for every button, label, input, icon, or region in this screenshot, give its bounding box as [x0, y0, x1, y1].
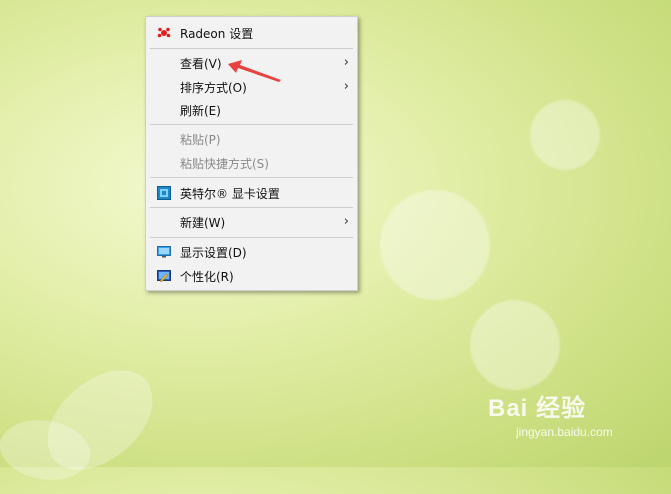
menu-item-paste-shortcut[interactable]: 粘贴快捷方式(S)	[146, 151, 357, 175]
chevron-right-icon: ›	[343, 79, 349, 94]
menu-item-label: 查看(V)	[180, 56, 222, 71]
watermark-url: jingyan.baidu.com	[516, 425, 613, 439]
chevron-right-icon: ›	[343, 55, 349, 70]
menu-item-label: 粘贴快捷方式(S)	[180, 156, 269, 171]
annotation-arrow	[228, 60, 281, 82]
bokeh-light	[530, 100, 600, 170]
menu-item-label: 显示设置(D)	[180, 245, 247, 260]
menu-item-label: 英特尔® 显卡设置	[180, 186, 280, 201]
menu-separator	[150, 237, 353, 238]
menu-item-label: 刷新(E)	[180, 103, 221, 118]
menu-item-refresh[interactable]: 刷新(E)	[146, 98, 357, 122]
display-settings-icon	[157, 246, 171, 258]
menu-item-intel-graphics[interactable]: 英特尔® 显卡设置	[146, 181, 357, 205]
menu-separator	[150, 177, 353, 178]
personalize-icon	[157, 270, 171, 283]
menu-item-new[interactable]: 新建(W) ›	[146, 210, 357, 234]
menu-item-label: 粘贴(P)	[180, 132, 221, 147]
menu-item-display-settings[interactable]: 显示设置(D)	[146, 240, 357, 264]
watermark-brand: Bai 经验	[488, 395, 587, 422]
menu-item-personalize[interactable]: 个性化(R)	[146, 264, 357, 288]
intel-graphics-icon	[157, 186, 171, 200]
menu-separator	[150, 124, 353, 125]
menu-item-label: 个性化(R)	[180, 269, 234, 284]
bokeh-light	[470, 300, 560, 390]
menu-separator	[150, 207, 353, 208]
menu-item-label: Radeon 设置	[180, 26, 254, 41]
chevron-right-icon: ›	[343, 214, 349, 229]
menu-item-paste[interactable]: 粘贴(P)	[146, 127, 357, 151]
bokeh-light	[380, 190, 490, 300]
menu-separator	[150, 48, 353, 49]
baidu-watermark: Bai 经验 jingyan.baidu.com	[488, 388, 613, 439]
menu-item-label: 新建(W)	[180, 215, 226, 230]
menu-item-radeon-settings[interactable]: Radeon 设置	[146, 21, 357, 45]
radeon-icon	[157, 27, 171, 38]
